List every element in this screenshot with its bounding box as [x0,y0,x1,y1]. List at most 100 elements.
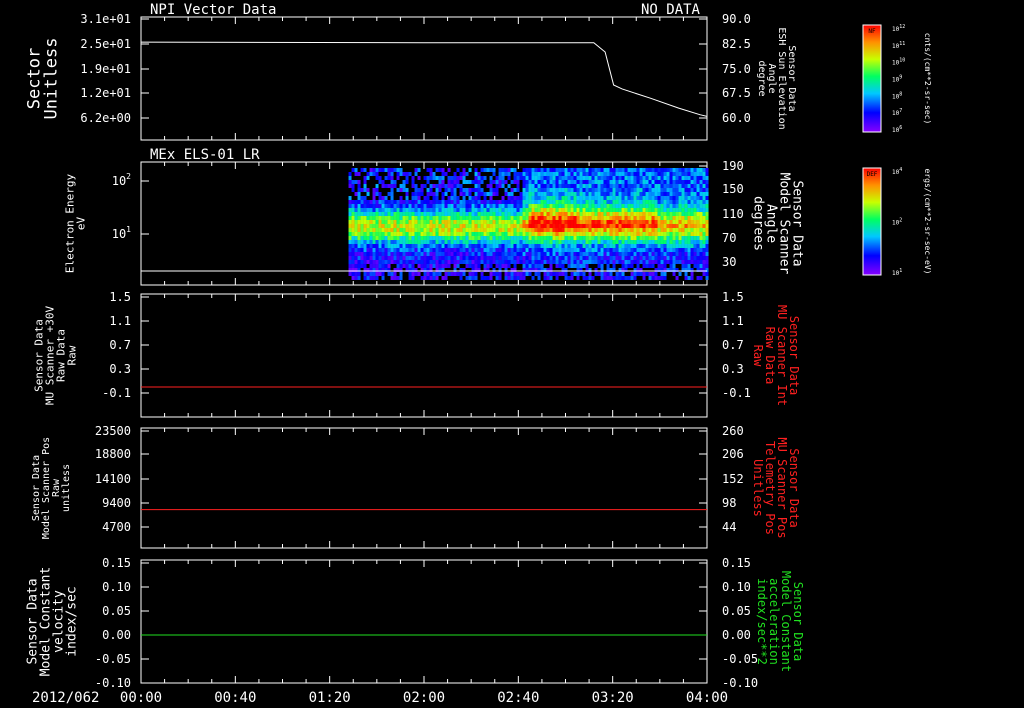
spectrogram-cell [414,240,418,244]
spectrogram-cell [705,220,709,224]
spectrogram-cell [597,240,601,244]
spectrogram-cell [591,204,595,208]
spectrogram-cell [579,240,583,244]
spectrogram-cell [477,220,481,224]
spectrogram-cell [372,216,376,220]
spectrogram-cell [642,272,646,276]
spectrogram-cell [660,208,664,212]
spectrogram-cell [630,256,634,260]
spectrogram-cell [585,192,589,196]
spectrogram-cell [585,220,589,224]
spectrogram-cell [450,232,454,236]
spectrogram-cell [672,248,676,252]
spectrogram-cell [549,168,553,172]
spectrogram-cell [474,260,478,264]
spectrogram-cell [633,248,637,252]
spectrogram-cell [447,228,451,232]
spectrogram-cell [654,252,658,256]
spectrogram-cell [624,172,628,176]
spectrogram-cell [597,228,601,232]
spectrogram-cell [444,228,448,232]
spectrogram-cell [549,264,553,268]
spectrogram-cell [453,208,457,212]
spectrogram-cell [477,212,481,216]
spectrogram-cell [582,220,586,224]
spectrogram-cell [705,248,709,252]
spectrogram-cell [375,172,379,176]
spectrogram-cell [576,212,580,216]
spectrogram-cell [375,240,379,244]
spectrogram-cell [594,192,598,196]
spectrogram-cell [420,188,424,192]
spectrogram-cell [600,200,604,204]
spectrogram-cell [582,240,586,244]
left-tick-label: 0.3 [109,362,131,376]
spectrogram-cell [663,236,667,240]
spectrogram-cell [615,192,619,196]
spectrogram-cell [384,260,388,264]
spectrogram-cell [555,224,559,228]
spectrogram-cell [510,228,514,232]
spectrogram-cell [531,236,535,240]
spectrogram-cell [624,188,628,192]
spectrogram-cell [576,256,580,260]
spectrogram-cell [702,244,706,248]
spectrogram-cell [669,176,673,180]
spectrogram-cell [354,256,358,260]
spectrogram-cell [663,248,667,252]
spectrogram-cell [462,248,466,252]
spectrogram-cell [594,188,598,192]
spectrogram-cell [690,244,694,248]
spectrogram-cell [546,244,550,248]
spectrogram-cell [420,212,424,216]
spectrogram-cell [513,220,517,224]
spectrogram-cell [690,172,694,176]
spectrogram-cell [417,216,421,220]
spectrogram-cell [675,188,679,192]
spectrogram-cell [498,232,502,236]
spectrogram-cell [555,232,559,236]
spectrogram-cell [669,260,673,264]
spectrogram-cell [441,176,445,180]
spectrogram-cell [687,200,691,204]
spectrogram-cell [663,260,667,264]
spectrogram-cell [444,172,448,176]
spectrogram-cell [651,196,655,200]
spectrogram-cell [702,272,706,276]
spectrogram-cell [618,228,622,232]
spectrogram-cell [699,276,703,280]
spectrogram-cell [423,256,427,260]
spectrogram-cell [513,248,517,252]
spectrogram-cell [705,188,709,192]
spectrogram-cell [354,244,358,248]
spectrogram-cell [645,208,649,212]
spectrogram-cell [507,228,511,232]
spectrogram-cell [519,252,523,256]
spectrogram-cell [564,260,568,264]
spectrogram-cell [372,168,376,172]
spectrogram-cell [381,236,385,240]
spectrogram-cell [540,180,544,184]
spectrogram-cell [621,240,625,244]
spectrogram-cell [432,240,436,244]
spectrogram-cell [408,252,412,256]
spectrogram-cell [495,228,499,232]
spectrogram-cell [675,240,679,244]
spectrogram-cell [654,216,658,220]
spectrogram-cell [603,172,607,176]
spectrogram-cell [543,224,547,228]
spectrogram-cell [354,180,358,184]
spectrogram-cell [360,248,364,252]
spectrogram-cell [393,236,397,240]
spectrogram-cell [492,232,496,236]
spectrogram-cell [531,172,535,176]
spectrogram-cell [387,204,391,208]
spectrogram-cell [396,188,400,192]
spectrogram-cell [393,204,397,208]
spectrogram-cell [381,244,385,248]
spectrogram-cell [393,248,397,252]
right-tick-label: -0.1 [722,386,751,400]
spectrogram-cell [633,216,637,220]
spectrogram-cell [537,196,541,200]
spectrogram-cell [387,244,391,248]
